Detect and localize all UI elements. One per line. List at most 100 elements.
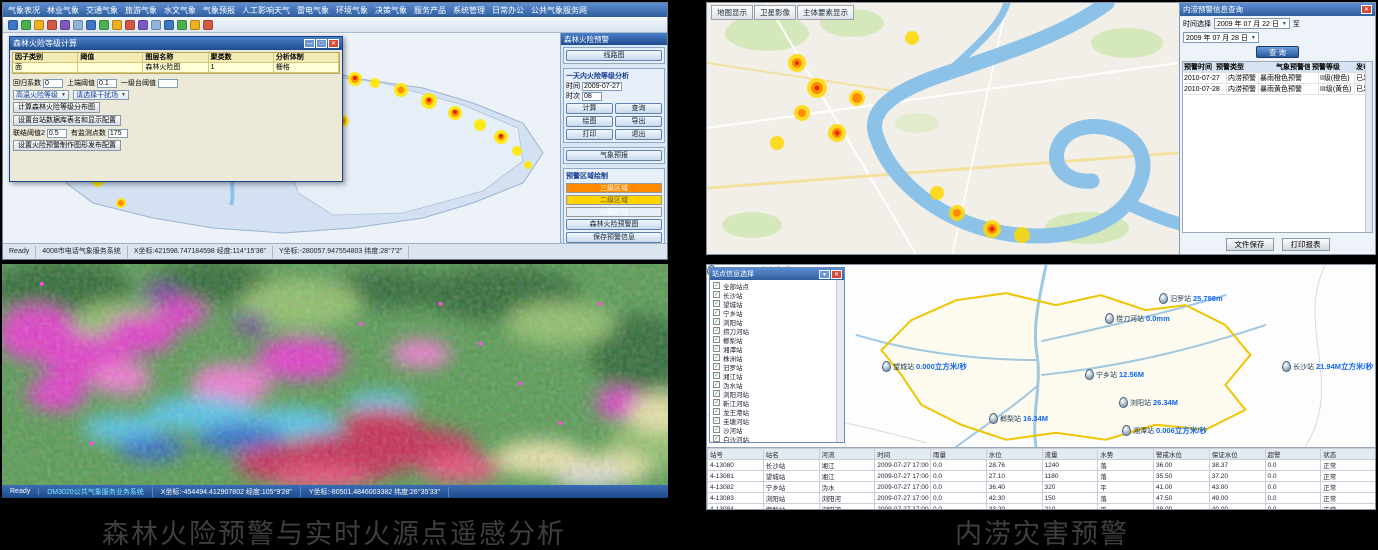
menu-item[interactable]: 服务产品 — [414, 5, 446, 16]
toolbar-icon[interactable] — [151, 20, 161, 30]
table-row[interactable]: 2010-07-27内涝预警暴雨橙色预警II级(橙色)已发布 — [1183, 73, 1372, 84]
checkbox[interactable]: ✓ — [713, 417, 720, 424]
checkbox[interactable]: ✓ — [713, 363, 720, 370]
checkbox[interactable]: ✓ — [713, 372, 720, 379]
panel-button[interactable]: 导出 — [615, 116, 662, 127]
field-select-combo[interactable]: 请选择干扰场▼ — [73, 90, 129, 100]
close-icon[interactable]: ✕ — [328, 39, 339, 48]
toolbar-icon[interactable] — [8, 20, 18, 30]
toolbar-icon[interactable] — [73, 20, 83, 30]
toolbar-icon[interactable] — [47, 20, 57, 30]
map-tab[interactable]: 主体要素显示 — [797, 5, 854, 20]
toolbar-icon[interactable] — [125, 20, 135, 30]
date-from-picker[interactable]: 2009 年 07 月 22 日▼ — [1214, 18, 1290, 29]
panel-button[interactable]: 退出 — [615, 129, 662, 140]
table-row[interactable]: 4-13080长沙站湘江2009-07-27 17:000.028.761240… — [708, 460, 1377, 471]
save-warning-button[interactable]: 保存预警信息 — [566, 232, 662, 243]
menu-item[interactable]: 林业气象 — [47, 5, 79, 16]
menu-item[interactable]: 气象表况 — [8, 5, 40, 16]
toolbar-icon[interactable] — [86, 20, 96, 30]
station-marker[interactable]: 浏阳站 26.34M — [1119, 397, 1178, 408]
dialog-titlebar[interactable]: 森林火险等级计算 — □ ✕ — [10, 37, 342, 50]
panel-button[interactable]: 查询 — [615, 103, 662, 114]
checkbox[interactable]: ✓ — [713, 309, 720, 316]
menu-item[interactable]: 公共气象服务网 — [531, 5, 587, 16]
checkbox[interactable]: ✓ — [713, 390, 720, 397]
save-file-button[interactable]: 文件保存 — [1226, 238, 1274, 251]
fire-calc-dialog[interactable]: 森林火险等级计算 — □ ✕ 因子类别阈值图层名称聚类数分析体制 — [9, 36, 343, 182]
fire-warning-map-button[interactable]: 森林火险预警图 — [566, 219, 662, 230]
risk-level-combo[interactable]: 高温火险等级▼ — [13, 90, 69, 100]
checkbox[interactable]: ✓ — [713, 345, 720, 352]
field-input[interactable]: 175 — [108, 129, 128, 138]
menu-item[interactable]: 人工影响天气 — [242, 5, 290, 16]
menu-item[interactable]: 雷电气象 — [297, 5, 329, 16]
close-icon[interactable]: ✕ — [831, 270, 842, 279]
collapse-icon[interactable]: ▾ — [819, 270, 830, 279]
tree-scrollbar[interactable] — [836, 280, 844, 442]
menu-item[interactable]: 系统管理 — [453, 5, 485, 16]
route-map-button[interactable]: 线路图 — [566, 50, 662, 61]
factor-grid[interactable]: 因子类别阈值图层名称聚类数分析体制 面森林火险图1栅格 — [12, 52, 340, 74]
menu-item[interactable]: 日常办公 — [492, 5, 524, 16]
warning-level-swatch[interactable]: 三级区域 — [566, 183, 662, 193]
toolbar-icon[interactable] — [177, 20, 187, 30]
station-marker[interactable]: 长沙站 21.94M立方米/秒 — [1282, 361, 1373, 372]
station-marker[interactable]: 望城站 0.000立方米/秒 — [882, 361, 967, 372]
station-config-button[interactable]: 设置台站数据库表名和显示配置 — [13, 115, 121, 126]
toolbar-icon[interactable] — [112, 20, 122, 30]
checkbox[interactable]: ✓ — [713, 291, 720, 298]
maximize-icon[interactable]: □ — [316, 39, 327, 48]
tree-titlebar[interactable]: 站点信息选择 ▾ ✕ — [710, 268, 844, 280]
query-button[interactable]: 查 询 — [1256, 46, 1299, 58]
checkbox[interactable]: ✓ — [713, 282, 720, 289]
table-row[interactable]: 4-13084榔梨站浏阳河2009-07-27 17:000.033.20210… — [708, 504, 1377, 510]
checkbox[interactable]: ✓ — [713, 426, 720, 433]
checkbox[interactable]: ✓ — [713, 435, 720, 442]
field-input[interactable]: 0 — [43, 79, 63, 88]
weather-forecast-button[interactable]: 气象预报 — [566, 150, 662, 161]
map-tab[interactable]: 地图显示 — [711, 5, 753, 20]
menu-item[interactable]: 气象预报 — [203, 5, 235, 16]
panel-titlebar[interactable]: 内涝预警信息查询 ✕ — [1180, 3, 1375, 16]
menu-item[interactable]: 旅游气象 — [125, 5, 157, 16]
table-scrollbar[interactable] — [1365, 62, 1372, 232]
print-report-button[interactable]: 打印报表 — [1282, 238, 1330, 251]
toolbar-icon[interactable] — [138, 20, 148, 30]
station-marker[interactable]: 湘潭站 0.006立方米/秒 — [1122, 425, 1207, 436]
hour-input[interactable]: 08 — [582, 92, 602, 101]
table-row[interactable]: 4-13082宁乡站沩水2009-07-27 17:000.036.40320平… — [708, 482, 1377, 493]
menu-item[interactable]: 交通气象 — [86, 5, 118, 16]
field-input[interactable] — [158, 79, 178, 88]
station-map[interactable]: 汨罗站 25.798m 捞刀河站 0.0mm 望城站 0.000立方米/秒 — [707, 265, 1376, 447]
menu-item[interactable]: 水文气象 — [164, 5, 196, 16]
panel-button[interactable]: 打印 — [566, 129, 613, 140]
checkbox[interactable]: ✓ — [713, 354, 720, 361]
warning-level-swatch[interactable]: 一级区域 — [566, 207, 662, 217]
station-data-table[interactable]: 站号站名河流时间雨量水位流量水势警戒水位保证水位超警状态 4-13080长沙站湘… — [707, 447, 1376, 509]
checkbox[interactable]: ✓ — [713, 300, 720, 307]
table-row[interactable]: 4-13083浏阳站浏阳河2009-07-27 17:000.042.30150… — [708, 493, 1377, 504]
map-tab[interactable]: 卫星影像 — [754, 5, 796, 20]
station-marker[interactable]: 宁乡站 12.56M — [1085, 369, 1144, 380]
checkbox[interactable]: ✓ — [713, 318, 720, 325]
warning-table[interactable]: 预警时间预警类型气象预警信息预警等级发布 2010-07-27内涝预警暴雨橙色预… — [1182, 61, 1373, 233]
station-marker[interactable]: 捞刀河站 0.0mm — [1105, 313, 1170, 324]
fire-risk-map[interactable]: 长沙市 森林火险等级计算 — □ ✕ 因子类别阈值图层名 — [3, 33, 560, 243]
panel-button[interactable]: 绘图 — [566, 116, 613, 127]
toolbar-icon[interactable] — [190, 20, 200, 30]
date-to-picker[interactable]: 2009 年 07 月 28 日▼ — [1183, 32, 1259, 43]
toolbar-icon[interactable] — [21, 20, 31, 30]
table-row[interactable]: 2010-07-28内涝预警暴雨黄色预警III级(黄色)已发布 — [1183, 84, 1372, 95]
minimize-icon[interactable]: — — [304, 39, 315, 48]
checkbox[interactable]: ✓ — [713, 327, 720, 334]
menu-item[interactable]: 决策气象 — [375, 5, 407, 16]
field-input[interactable]: 0.1 — [97, 79, 117, 88]
table-row[interactable]: 4-13081望城站湘江2009-07-27 17:000.027.101180… — [708, 471, 1377, 482]
calc-distribution-button[interactable]: 计算森林火险等级分布图 — [13, 102, 100, 113]
warning-level-swatch[interactable]: 二级区域 — [566, 195, 662, 205]
toolbar-icon[interactable] — [99, 20, 109, 30]
station-marker[interactable]: 汨罗站 25.798m — [1159, 293, 1223, 304]
station-marker[interactable]: 榔梨站 16.34M — [989, 413, 1048, 424]
toolbar-icon[interactable] — [203, 20, 213, 30]
